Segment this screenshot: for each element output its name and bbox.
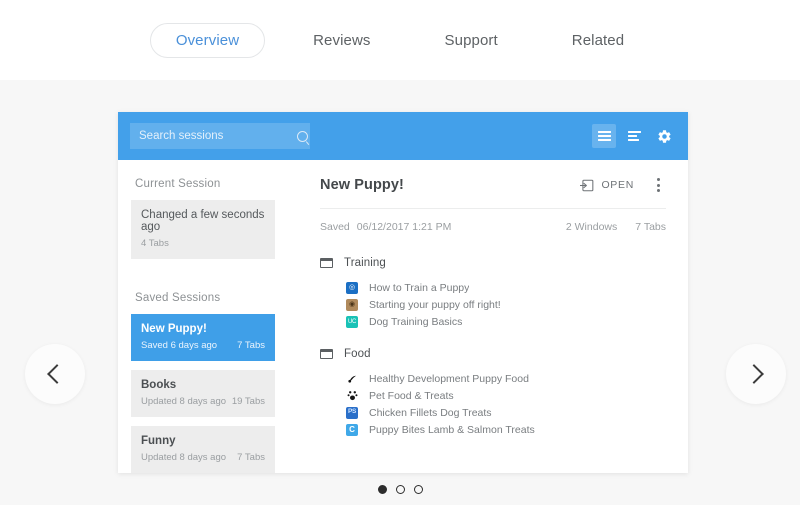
tab-support[interactable]: Support — [419, 23, 524, 58]
chevron-right-icon — [744, 364, 764, 384]
group-name: Training — [344, 257, 386, 269]
gear-icon[interactable] — [652, 124, 676, 148]
tab-overview[interactable]: Overview — [149, 22, 266, 58]
session-item-funny[interactable]: Funny Updated 8 days ago 7 Tabs — [131, 426, 275, 473]
brown-square-favicon: ◉ — [346, 298, 358, 311]
browser-window-icon — [320, 349, 333, 359]
saved-timestamp: 06/12/2017 1:21 PM — [356, 221, 452, 233]
session-subtitle: Updated 8 days ago — [141, 396, 227, 407]
group-header[interactable]: Training — [320, 257, 666, 269]
session-detail-header: New Puppy! OPEN — [320, 160, 666, 208]
session-tab-count: 19 Tabs — [231, 396, 265, 407]
tab-title: Pet Food & Treats — [369, 389, 454, 402]
open-session-label: OPEN — [601, 179, 634, 191]
session-title: Books — [141, 379, 177, 391]
session-subtitle: Saved 6 days ago — [141, 340, 218, 351]
group-header[interactable]: Food — [320, 348, 666, 360]
app-screenshot-card: Current Session Changed a few seconds ag… — [118, 112, 688, 473]
chevron-left-icon — [47, 364, 67, 384]
app-body: Current Session Changed a few seconds ag… — [118, 160, 688, 473]
blue-circle-favicon: ◎ — [346, 281, 358, 294]
page-title: New Puppy! — [320, 177, 404, 193]
current-session-card[interactable]: Changed a few seconds ago 4 Tabs — [131, 200, 275, 259]
session-tab-count: 7 Tabs — [237, 340, 265, 351]
current-session-title: Changed a few seconds ago — [141, 209, 265, 233]
window-group-list: Training ◎ How to Train a Puppy ◉ Starti… — [320, 257, 666, 438]
saved-sessions-heading: Saved Sessions — [135, 292, 221, 304]
current-session-meta: 4 Tabs — [141, 238, 265, 249]
search-icon — [297, 130, 308, 142]
window-group-food: Food Healthy Development Puppy Food Pet … — [320, 348, 666, 438]
saved-label: Saved — [320, 221, 350, 233]
view-list-icon[interactable] — [622, 124, 646, 148]
tabs-count: 7 Tabs — [635, 221, 666, 233]
tab-reviews[interactable]: Reviews — [287, 23, 396, 58]
tab-row[interactable]: UC Dog Training Basics — [320, 313, 666, 330]
kebab-menu-icon[interactable] — [650, 178, 666, 192]
tab-row[interactable]: ◉ Starting your puppy off right! — [320, 296, 666, 313]
session-title: New Puppy! — [141, 323, 207, 335]
session-title: Funny — [141, 435, 176, 447]
session-subtitle: Updated 8 days ago — [141, 452, 227, 463]
tab-row[interactable]: PS Chicken Fillets Dog Treats — [320, 404, 666, 421]
tab-title: Healthy Development Puppy Food — [369, 372, 529, 385]
view-compact-icon[interactable] — [592, 124, 616, 148]
tab-title: Dog Training Basics — [369, 315, 463, 328]
black-paw-favicon — [346, 372, 358, 385]
tab-title: Chicken Fillets Dog Treats — [369, 406, 492, 419]
tab-title: How to Train a Puppy — [369, 281, 470, 294]
windows-count: 2 Windows — [565, 221, 618, 233]
session-meta: Updated 8 days ago 7 Tabs — [141, 452, 265, 463]
current-session-heading: Current Session — [135, 178, 221, 190]
black-pet-favicon — [346, 389, 358, 402]
tab-row[interactable]: Healthy Development Puppy Food — [320, 370, 666, 387]
app-toolbar — [118, 112, 688, 160]
browser-window-icon — [320, 258, 333, 268]
teal-letters-favicon: UC — [346, 315, 358, 328]
open-in-app-icon — [580, 179, 594, 191]
tab-row[interactable]: ◎ How to Train a Puppy — [320, 279, 666, 296]
carousel-prev-button[interactable] — [25, 344, 85, 404]
carousel-dot-1[interactable] — [377, 485, 387, 494]
session-item-new-puppy[interactable]: New Puppy! Saved 6 days ago 7 Tabs — [131, 314, 275, 361]
blue-c-favicon: C — [346, 423, 358, 436]
session-meta: Saved 6 days ago 7 Tabs — [141, 340, 265, 351]
search-field[interactable] — [130, 123, 310, 149]
top-navigation-bar: Overview Reviews Support Related — [0, 0, 800, 80]
tab-related[interactable]: Related — [546, 23, 650, 58]
group-name: Food — [344, 348, 371, 360]
carousel-next-button[interactable] — [726, 344, 786, 404]
session-detail-pane: New Puppy! OPEN Saved 06/12/2017 1:21 PM… — [288, 160, 688, 473]
screenshot-carousel-stage: Current Session Changed a few seconds ag… — [0, 80, 800, 505]
session-meta: Updated 8 days ago 19 Tabs — [141, 396, 265, 407]
blue-ps-favicon: PS — [346, 406, 358, 419]
carousel-dot-2[interactable] — [395, 485, 405, 494]
nav-tab-list: Overview Reviews Support Related — [149, 22, 650, 58]
window-group-training: Training ◎ How to Train a Puppy ◉ Starti… — [320, 257, 666, 330]
session-meta-row: Saved 06/12/2017 1:21 PM 2 Windows 7 Tab… — [320, 208, 666, 233]
tab-row[interactable]: Pet Food & Treats — [320, 387, 666, 404]
tab-title: Starting your puppy off right! — [369, 298, 501, 311]
current-session-tab-count: 4 Tabs — [141, 238, 169, 249]
search-input[interactable] — [139, 130, 293, 142]
sessions-sidebar: Current Session Changed a few seconds ag… — [118, 160, 288, 473]
carousel-pagination — [0, 485, 800, 494]
open-session-button[interactable]: OPEN — [580, 179, 634, 192]
session-item-books[interactable]: Books Updated 8 days ago 19 Tabs — [131, 370, 275, 417]
tab-title: Puppy Bites Lamb & Salmon Treats — [369, 423, 535, 436]
carousel-dot-3[interactable] — [413, 485, 423, 494]
session-tab-count: 7 Tabs — [237, 452, 265, 463]
tab-row[interactable]: C Puppy Bites Lamb & Salmon Treats — [320, 421, 666, 438]
